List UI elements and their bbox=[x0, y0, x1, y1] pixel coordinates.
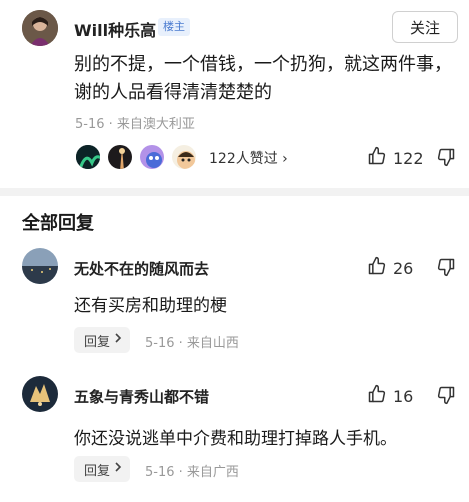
reply-username[interactable]: 无处不在的随风而去 bbox=[74, 258, 209, 279]
thumb-down-icon bbox=[436, 386, 456, 409]
liker-avatar[interactable] bbox=[106, 143, 134, 171]
dislike-button[interactable] bbox=[436, 147, 456, 171]
chevron-right-icon bbox=[112, 461, 124, 477]
like-button[interactable]: 26 bbox=[367, 256, 413, 280]
op-avatar[interactable] bbox=[22, 10, 58, 46]
op-username[interactable]: Will种乐高 bbox=[74, 17, 156, 41]
dislike-button[interactable] bbox=[436, 385, 456, 409]
section-title: 全部回复 bbox=[22, 213, 94, 234]
reply-button-label: 回复 bbox=[84, 463, 111, 479]
follow-button[interactable]: 关注 bbox=[392, 11, 458, 43]
thumb-up-icon bbox=[367, 256, 387, 280]
thumb-down-icon bbox=[436, 258, 456, 281]
like-button[interactable]: 16 bbox=[367, 384, 413, 408]
thumb-down-icon bbox=[436, 148, 456, 171]
liker-avatar[interactable] bbox=[138, 143, 166, 171]
like-button[interactable]: 122 bbox=[367, 146, 424, 170]
reply-avatar[interactable] bbox=[22, 248, 58, 284]
liker-avatar[interactable] bbox=[170, 143, 198, 171]
thumb-up-icon bbox=[367, 146, 387, 170]
liker-avatar[interactable] bbox=[74, 143, 102, 171]
reply-text: 还有买房和助理的梗 bbox=[74, 296, 227, 316]
reply-meta: 5-16 · 来自山西 bbox=[145, 336, 239, 351]
chevron-right-icon bbox=[112, 332, 124, 348]
likers-link[interactable]: 122人赞过 › bbox=[209, 148, 288, 168]
op-meta: 5-16 · 来自澳大利亚 bbox=[75, 117, 195, 132]
dislike-button[interactable] bbox=[436, 257, 456, 281]
reply-text: 你还没说逃单中介费和助理打掉路人手机。 bbox=[74, 429, 397, 449]
reply-username[interactable]: 五象与青秀山都不错 bbox=[74, 386, 209, 407]
reply-button[interactable]: 回复 bbox=[74, 327, 131, 353]
like-count: 16 bbox=[393, 386, 414, 406]
thumb-up-icon bbox=[367, 384, 387, 408]
reply-avatar[interactable] bbox=[22, 376, 58, 412]
op-badge: 楼主 bbox=[158, 18, 190, 36]
reply-button[interactable]: 回复 bbox=[74, 456, 131, 482]
op-comment-text: 别的不提，一个借钱，一个扔狗，就这两件事，谢的人品看得清清楚楚的 bbox=[74, 54, 452, 103]
reply-button-label: 回复 bbox=[84, 334, 111, 350]
like-count: 122 bbox=[393, 148, 424, 168]
reply-meta: 5-16 · 来自广西 bbox=[145, 465, 239, 480]
top-comment: Will种乐高 楼主 关注 别的不提，一个借钱，一个扔狗，就这两件事，谢的人品看… bbox=[0, 0, 469, 188]
like-count: 26 bbox=[393, 258, 414, 278]
section-divider bbox=[0, 188, 469, 196]
